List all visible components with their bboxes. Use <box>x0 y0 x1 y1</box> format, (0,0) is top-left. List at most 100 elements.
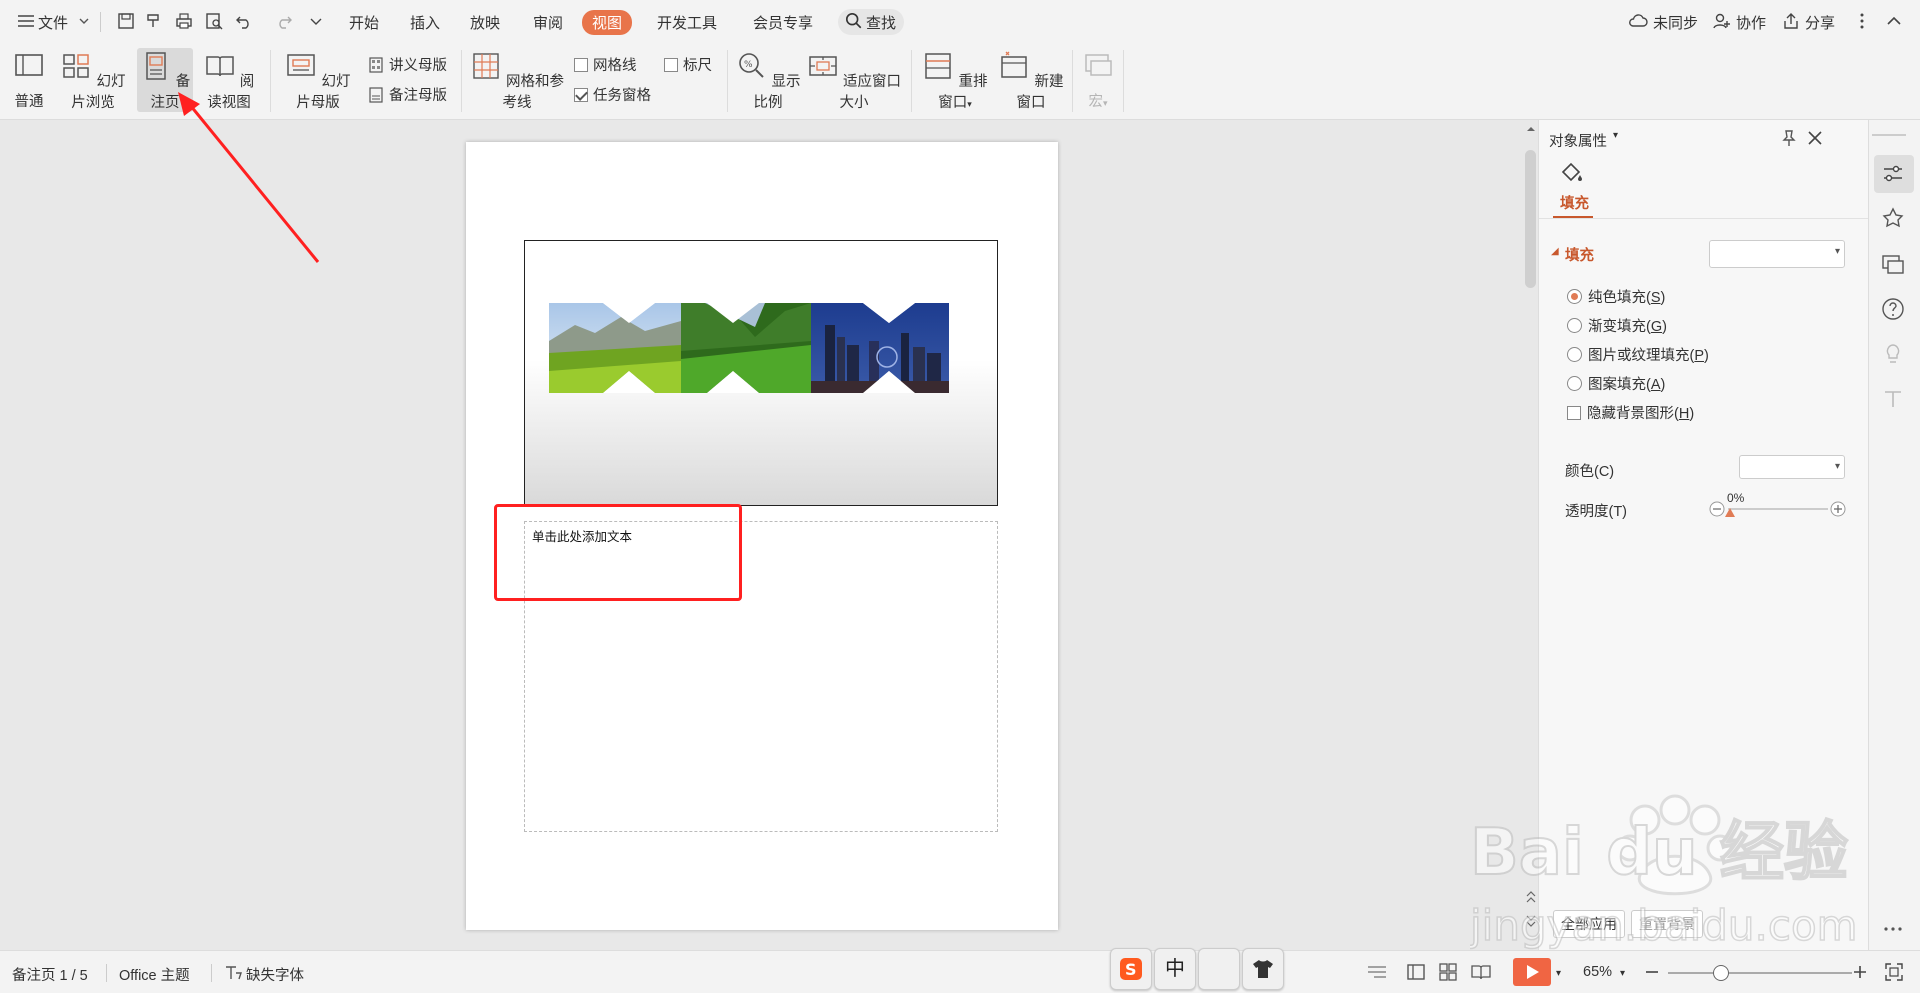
minus-icon[interactable] <box>1709 501 1725 517</box>
collaborate-button[interactable]: 协作 <box>1736 12 1766 33</box>
chevron-down-icon[interactable] <box>78 11 90 31</box>
play-options-dropdown[interactable]: ▾ <box>1556 968 1561 979</box>
transparency-slider[interactable] <box>1728 508 1828 510</box>
scroll-up-icon[interactable] <box>1524 123 1538 135</box>
reading-view-status-icon[interactable] <box>1470 962 1492 982</box>
task-pane-checkbox-box[interactable] <box>574 87 588 102</box>
ime-chinese-toggle[interactable]: 中 <box>1154 948 1196 990</box>
tab-fill[interactable]: 填充 <box>1560 192 1589 213</box>
share-button[interactable]: 分享 <box>1805 12 1835 33</box>
moon-icon <box>1214 961 1222 977</box>
notes-toggle-icon[interactable] <box>1366 962 1388 982</box>
radio-picture-fill[interactable]: 图片或纹理填充(P) <box>1567 344 1709 365</box>
gridlines-checkbox-box[interactable] <box>574 57 588 72</box>
file-menu[interactable]: 文件 <box>38 12 68 33</box>
prev-slide-icon[interactable] <box>1524 888 1538 910</box>
divider <box>1539 218 1869 219</box>
radio-solid-fill[interactable]: 纯色填充(S) <box>1567 286 1665 307</box>
panel-title-dropdown[interactable]: ▾ <box>1613 130 1618 141</box>
transparency-slider-thumb[interactable] <box>1725 508 1735 517</box>
collapse-ribbon-icon[interactable] <box>1884 11 1904 31</box>
fill-bucket-icon[interactable] <box>1559 160 1585 186</box>
tab-view[interactable]: 视图 <box>582 10 633 35</box>
task-pane-checkbox[interactable]: 任务窗格 <box>574 84 651 105</box>
section-fill-title[interactable]: 填充 <box>1565 244 1594 265</box>
more-options-icon[interactable] <box>1880 916 1906 942</box>
reset-background-button[interactable]: 重置背景 <box>1631 910 1703 938</box>
color-dropdown[interactable] <box>1739 455 1845 479</box>
radio-pattern-fill-button[interactable] <box>1567 376 1582 391</box>
tab-member[interactable]: 会员专享 <box>753 12 813 33</box>
fit-window-button[interactable]: 适应窗口大小 <box>806 48 902 112</box>
next-slide-icon[interactable] <box>1524 912 1538 934</box>
pin-icon[interactable] <box>1779 128 1799 148</box>
properties-icon[interactable] <box>1880 161 1906 187</box>
play-slideshow-button[interactable] <box>1513 958 1551 986</box>
radio-solid-fill-button[interactable] <box>1567 289 1582 304</box>
ime-night-mode[interactable] <box>1198 948 1240 990</box>
fill-type-dropdown[interactable] <box>1709 240 1845 268</box>
slide-transition-icon[interactable] <box>1880 251 1906 277</box>
macro-button[interactable]: 宏▾ <box>1080 48 1116 112</box>
missing-font-button[interactable]: 缺失字体 <box>246 964 304 985</box>
ruler-checkbox[interactable]: 标尺 <box>664 54 712 75</box>
normal-view-status-icon[interactable] <box>1406 962 1426 982</box>
hide-background-box[interactable] <box>1567 406 1581 420</box>
ime-skin[interactable] <box>1242 948 1284 990</box>
slide-sorter-status-icon[interactable] <box>1438 962 1458 982</box>
arrange-windows-button[interactable]: 重排窗口▾ <box>918 48 992 112</box>
tab-developer[interactable]: 开发工具 <box>657 12 717 33</box>
zoom-level[interactable]: 65% <box>1583 964 1612 980</box>
tab-insert[interactable]: 插入 <box>410 12 440 33</box>
help-icon[interactable] <box>1880 296 1906 322</box>
plus-icon[interactable] <box>1830 501 1846 517</box>
animation-icon[interactable] <box>1880 206 1906 232</box>
customize-icon[interactable] <box>306 11 326 31</box>
zoom-button[interactable]: % 显示比例 <box>734 48 802 112</box>
zoom-out-icon[interactable] <box>1644 964 1660 980</box>
save-icon[interactable] <box>116 11 136 31</box>
zoom-dropdown[interactable]: ▾ <box>1620 968 1625 979</box>
gridlines-checkbox[interactable]: 网格线 <box>574 54 637 75</box>
tab-review[interactable]: 审阅 <box>533 12 563 33</box>
print-preview-icon[interactable] <box>204 11 224 31</box>
color-label: 颜色(C) <box>1565 464 1615 480</box>
tab-slideshow[interactable]: 放映 <box>470 12 500 33</box>
lightbulb-icon[interactable] <box>1880 341 1906 367</box>
radio-gradient-fill[interactable]: 渐变填充(G) <box>1567 315 1667 336</box>
slide-sorter-button[interactable]: 幻灯片浏览 <box>54 48 132 112</box>
zoom-slider-thumb[interactable] <box>1713 965 1729 981</box>
grid-guides-button[interactable]: 网格和参考线 <box>468 48 566 112</box>
hide-background-checkbox[interactable]: 隐藏背景图形(H) <box>1567 402 1694 423</box>
divider <box>100 12 101 32</box>
sogou-ime-button[interactable]: S <box>1110 948 1152 990</box>
redo-icon[interactable] <box>274 11 294 31</box>
zoom-in-icon[interactable] <box>1852 964 1868 980</box>
radio-picture-fill-button[interactable] <box>1567 347 1582 362</box>
handout-master-button[interactable]: 讲义母版 <box>368 54 447 75</box>
radio-gradient-fill-button[interactable] <box>1567 318 1582 333</box>
fit-slide-icon[interactable] <box>1884 962 1904 982</box>
tab-home[interactable]: 开始 <box>349 12 379 33</box>
format-painter-icon[interactable] <box>144 11 164 31</box>
ruler-checkbox-box[interactable] <box>664 57 678 72</box>
scrollbar-thumb[interactable] <box>1525 150 1536 288</box>
section-collapse-icon[interactable]: ◢ <box>1551 246 1559 257</box>
radio-pattern-fill[interactable]: 图案填充(A) <box>1567 373 1665 394</box>
zoom-slider[interactable] <box>1668 972 1852 974</box>
close-icon[interactable] <box>1805 128 1825 148</box>
apply-all-button[interactable]: 全部应用 <box>1553 910 1625 938</box>
new-window-button[interactable]: 新建窗口 <box>998 48 1064 112</box>
notes-master-button[interactable]: 备注母版 <box>368 84 447 105</box>
hamburger-icon[interactable] <box>16 11 36 31</box>
text-icon[interactable] <box>1880 386 1906 412</box>
theme-name[interactable]: Office 主题 <box>119 964 190 985</box>
more-icon[interactable] <box>1852 11 1872 31</box>
undo-icon[interactable] <box>234 11 254 31</box>
sync-status[interactable]: 未同步 <box>1653 12 1698 33</box>
panel-title[interactable]: 对象属性 <box>1549 130 1607 151</box>
print-icon[interactable] <box>174 11 194 31</box>
slide-thumbnail[interactable] <box>524 240 998 506</box>
notes-page-icon <box>145 52 166 80</box>
normal-view-button[interactable]: 普通 <box>8 48 50 112</box>
